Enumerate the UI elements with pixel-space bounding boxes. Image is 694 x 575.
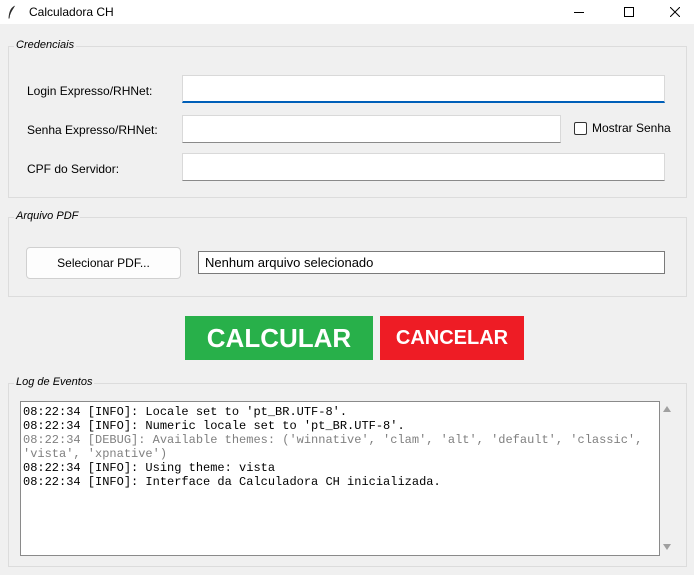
log-line: 08:22:34 [INFO]: Locale set to 'pt_BR.UT… <box>23 405 348 419</box>
credenciais-group-label: Credenciais <box>14 39 77 51</box>
log-line: 08:22:34 [INFO]: Interface da Calculador… <box>23 475 441 489</box>
senha-input[interactable] <box>182 115 561 143</box>
log-line: 08:22:34 [INFO]: Using theme: vista <box>23 461 276 475</box>
checkbox-box[interactable] <box>574 121 587 135</box>
scroll-up-arrow-icon[interactable] <box>663 406 671 412</box>
minimize-button[interactable] <box>556 0 602 24</box>
login-input[interactable] <box>182 75 665 103</box>
maximize-icon <box>624 7 634 17</box>
log-group-label: Log de Eventos <box>14 376 95 388</box>
arquivo-pdf-group-label: Arquivo PDF <box>14 210 81 222</box>
close-button[interactable] <box>652 0 694 24</box>
log-scrollbar[interactable] <box>660 401 675 556</box>
senha-label: Senha Expresso/RHNet: <box>27 123 158 137</box>
scroll-down-arrow-icon[interactable] <box>663 544 671 550</box>
minimize-icon <box>574 12 584 13</box>
maximize-button[interactable] <box>606 0 652 24</box>
log-line: 08:22:34 [DEBUG]: Available themes: ('wi… <box>23 433 650 461</box>
mostrar-senha-label: Mostrar Senha <box>592 121 671 135</box>
mostrar-senha-checkbox[interactable]: Mostrar Senha <box>574 121 671 135</box>
log-text-area[interactable]: 08:22:34 [INFO]: Locale set to 'pt_BR.UT… <box>20 401 660 556</box>
log-line: 08:22:34 [INFO]: Numeric locale set to '… <box>23 419 405 433</box>
feather-icon <box>7 5 17 19</box>
file-status-display: Nenhum arquivo selecionado <box>198 251 665 274</box>
close-icon <box>670 7 680 17</box>
title-bar[interactable]: Calculadora CH <box>0 0 694 24</box>
window-title: Calculadora CH <box>29 5 114 19</box>
cpf-label: CPF do Servidor: <box>27 162 120 176</box>
cpf-input[interactable] <box>182 153 665 181</box>
login-label: Login Expresso/RHNet: <box>27 84 153 98</box>
cancelar-button[interactable]: CANCELAR <box>380 316 524 360</box>
calcular-button[interactable]: CALCULAR <box>185 316 373 360</box>
selecionar-pdf-button[interactable]: Selecionar PDF... <box>26 247 181 279</box>
